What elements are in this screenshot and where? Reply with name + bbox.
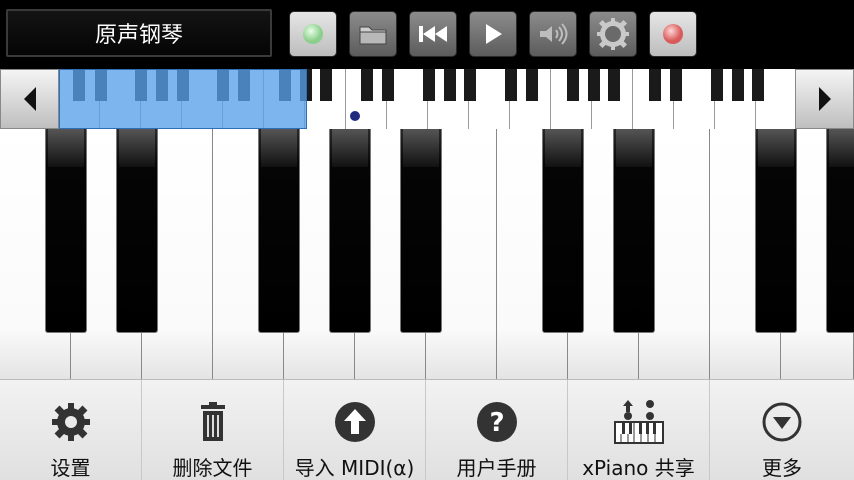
mini-black-key xyxy=(361,69,373,101)
metronome-button[interactable] xyxy=(589,11,637,57)
menu-item-more[interactable]: 更多 xyxy=(710,380,854,480)
black-key[interactable] xyxy=(613,129,655,333)
mini-black-key xyxy=(732,69,744,101)
menu-item-settings[interactable]: 设置 xyxy=(0,380,142,480)
mini-white-key xyxy=(776,69,795,129)
keyboard-navigator xyxy=(0,69,854,129)
gear-ring-icon xyxy=(597,18,629,50)
mini-black-key xyxy=(320,69,332,101)
mini-black-key xyxy=(670,69,682,101)
black-key[interactable] xyxy=(45,129,87,333)
position-marker xyxy=(350,111,360,121)
scroll-right-button[interactable] xyxy=(795,69,854,129)
top-toolbar: 原声钢琴 xyxy=(0,0,854,68)
menu-label: 用户手册 xyxy=(456,456,537,480)
piano-app: 原声钢琴 设置 删除文件 导入 MIDI(α) ? 用户手册 xPiano 共享… xyxy=(0,0,854,480)
more-dropdown-icon xyxy=(762,402,802,442)
mini-black-key xyxy=(752,69,764,101)
stop-record-button[interactable] xyxy=(649,11,697,57)
menu-label: xPiano 共享 xyxy=(582,456,695,480)
mini-black-key xyxy=(444,69,456,101)
black-key[interactable] xyxy=(116,129,158,333)
volume-button[interactable] xyxy=(529,11,577,57)
mini-black-key xyxy=(711,69,723,101)
open-file-button[interactable] xyxy=(349,11,397,57)
upload-arrow-icon xyxy=(334,402,375,442)
options-menu: 设置 删除文件 导入 MIDI(α) ? 用户手册 xPiano 共享 更多 xyxy=(0,379,854,480)
arrow-left-icon xyxy=(23,87,36,111)
rewind-icon xyxy=(419,26,447,42)
gear-icon xyxy=(51,403,90,441)
menu-label: 更多 xyxy=(762,456,802,480)
mini-black-key xyxy=(567,69,579,101)
record-button[interactable] xyxy=(289,11,337,57)
black-key[interactable] xyxy=(329,129,371,333)
menu-label: 删除文件 xyxy=(172,456,253,480)
play-icon xyxy=(486,24,502,44)
black-key[interactable] xyxy=(826,129,854,333)
arrow-right-icon xyxy=(818,87,831,111)
help-icon: ? xyxy=(476,402,517,442)
folder-icon xyxy=(359,26,387,45)
svg-text:?: ? xyxy=(489,408,504,438)
black-key[interactable] xyxy=(755,129,797,333)
mini-black-key xyxy=(505,69,517,101)
mini-black-key xyxy=(423,69,435,101)
mini-black-key xyxy=(382,69,394,101)
menu-item-user-manual[interactable]: ? 用户手册 xyxy=(426,380,568,480)
mini-black-key xyxy=(526,69,538,101)
play-button[interactable] xyxy=(469,11,517,57)
piano-keyboard xyxy=(0,129,854,379)
mini-black-key xyxy=(649,69,661,101)
mini-black-key xyxy=(464,69,476,101)
red-circle-icon xyxy=(663,24,683,44)
black-key[interactable] xyxy=(542,129,584,333)
menu-label: 导入 MIDI(α) xyxy=(294,456,415,480)
instrument-selector[interactable]: 原声钢琴 xyxy=(6,9,272,57)
trash-icon xyxy=(200,402,225,441)
mini-black-key xyxy=(588,69,600,101)
speaker-icon xyxy=(540,23,568,45)
menu-item-delete-file[interactable]: 删除文件 xyxy=(142,380,284,480)
mini-keyboard[interactable] xyxy=(59,69,795,129)
rewind-button[interactable] xyxy=(409,11,457,57)
mini-black-key xyxy=(608,69,620,101)
scroll-left-button[interactable] xyxy=(0,69,59,129)
menu-item-import-midi[interactable]: 导入 MIDI(α) xyxy=(284,380,426,480)
black-key[interactable] xyxy=(258,129,300,333)
menu-item-xpiano-share[interactable]: xPiano 共享 xyxy=(568,380,710,480)
green-circle-icon xyxy=(303,24,323,44)
visible-range-highlight[interactable] xyxy=(59,69,307,129)
menu-label: 设置 xyxy=(50,456,91,480)
share-piano-icon xyxy=(613,400,664,444)
black-key[interactable] xyxy=(400,129,442,333)
